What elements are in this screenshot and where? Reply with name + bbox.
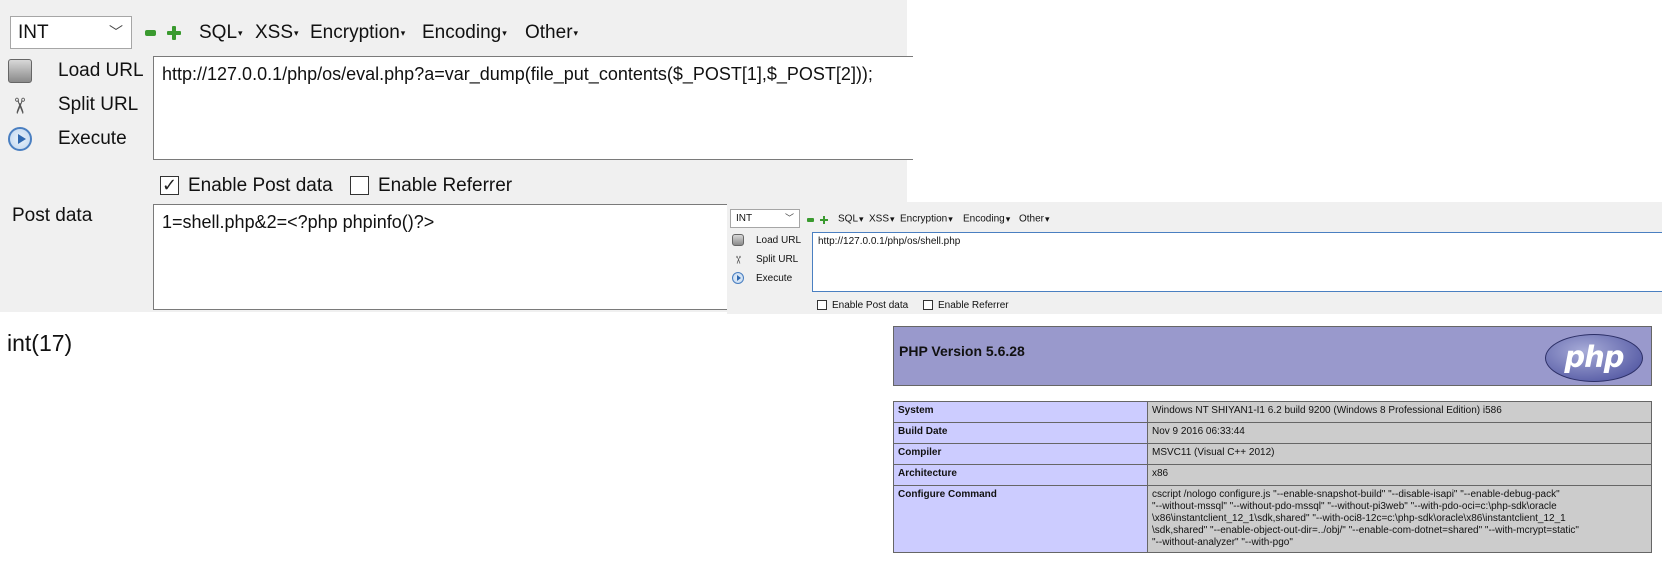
caret-down-icon: ▾ [948,214,953,224]
checkbox-unchecked-icon [350,176,369,196]
load-url-button[interactable]: Load URL [8,56,144,86]
enable-post-checkbox[interactable]: Enable Post data [160,173,333,198]
injection-type-value: INT [736,213,753,224]
load-url-label: Load URL [58,60,144,81]
menu-xss[interactable]: XSS▾ [869,212,895,227]
menu-sql-label: SQL [838,213,859,225]
caret-down-icon: ▾ [400,28,406,38]
execute-icon [8,126,32,151]
menu-encryption-label: Encryption [900,213,948,225]
caret-down-icon: ▾ [238,28,243,38]
injection-type-select-small[interactable]: INT ﹀ [730,209,800,228]
enable-referrer-checkbox[interactable]: Enable Referrer [350,174,512,198]
menu-other-label: Other [525,22,573,44]
load-url-icon [8,58,32,83]
menu-xss-label: XSS [255,22,294,44]
load-url-label: Load URL [756,235,802,246]
caret-down-icon: ▾ [859,214,864,224]
enable-referrer-label: Enable Referrer [378,175,513,196]
plus-icon[interactable] [820,216,828,224]
row-key: Build Date [893,422,1148,444]
menu-encoding-label: Encoding [422,22,502,44]
injection-type-value: INT [18,22,49,43]
phpinfo-table: System Windows NT SHIYAN1-I1 6.2 build 9… [893,401,1652,553]
hackbar-panel-secondary: INT ﹀ SQL▾ XSS▾ Encryption▾ Encoding▾ Ot… [727,202,1662,314]
menu-encryption[interactable]: Encryption▾ [900,212,953,227]
checkbox-unchecked-icon [817,300,827,311]
split-url-button[interactable]: Split URL [8,90,138,120]
caret-down-icon: ▾ [294,28,299,38]
table-row: Configure Command cscript /nologo config… [893,485,1652,553]
chevron-down-icon: ﹀ [784,213,794,223]
row-key: Compiler [893,443,1148,465]
caret-down-icon: ▾ [1045,214,1050,224]
row-value: MSVC11 (Visual C++ 2012) [1147,443,1652,465]
injection-type-select[interactable]: INT ﹀ [10,16,132,49]
table-row: Architecture x86 [893,464,1652,486]
php-logo-text: php [1564,340,1624,374]
execute-label: Execute [58,128,127,149]
caret-down-icon: ▾ [1005,214,1011,224]
caret-down-icon: ▾ [573,28,579,38]
menu-encoding-label: Encoding [963,213,1005,225]
load-url-icon [732,234,744,247]
execute-button[interactable]: Execute [732,271,792,287]
menu-encryption-label: Encryption [310,22,400,44]
split-url-label: Split URL [58,94,139,115]
plus-icon[interactable] [167,26,181,40]
split-url-button[interactable]: Split URL [732,252,798,268]
scissors-icon [732,253,744,265]
menu-sql[interactable]: SQL▾ [838,212,864,227]
caret-down-icon: ▾ [502,28,507,38]
scissors-icon [8,93,32,117]
enable-referrer-checkbox[interactable]: Enable Referrer [923,300,1009,312]
table-row: System Windows NT SHIYAN1-I1 6.2 build 9… [893,401,1652,423]
menu-sql-label: SQL [199,22,238,44]
menu-other[interactable]: Other▾ [525,20,578,46]
execute-button[interactable]: Execute [8,124,127,154]
minus-icon[interactable] [807,218,814,222]
menu-xss-label: XSS [869,213,890,225]
checkbox-checked-icon [160,173,179,197]
php-logo: php [1545,334,1643,382]
menu-encoding[interactable]: Encoding▾ [963,212,1010,227]
post-data-label: Post data [12,205,93,226]
checkbox-unchecked-icon [923,300,933,311]
row-value: x86 [1147,464,1652,486]
caret-down-icon: ▾ [890,214,895,224]
enable-post-label: Enable Post data [188,175,333,196]
row-value: Windows NT SHIYAN1-I1 6.2 build 9200 (Wi… [1147,401,1652,423]
menu-other[interactable]: Other▾ [1019,212,1050,227]
row-key: Configure Command [893,485,1148,553]
php-version-title: PHP Version 5.6.28 [899,343,1025,359]
phpinfo-header: PHP Version 5.6.28 php [893,326,1652,386]
menu-xss[interactable]: XSS▾ [255,20,299,46]
row-key: Architecture [893,464,1148,486]
menu-other-label: Other [1019,213,1045,225]
url-input[interactable]: http://127.0.0.1/php/os/eval.php?a=var_d… [153,56,913,160]
execute-icon [732,272,744,285]
response-output: int(17) [7,330,73,356]
url-input[interactable]: http://127.0.0.1/php/os/shell.php [812,232,1662,292]
chevron-down-icon: ﹀ [109,24,123,40]
enable-post-label: Enable Post data [832,300,909,311]
minus-icon[interactable] [145,30,156,36]
execute-label: Execute [756,273,793,284]
row-key: System [893,401,1148,423]
menu-encryption[interactable]: Encryption▾ [310,20,405,46]
enable-post-checkbox[interactable]: Enable Post data [817,300,908,312]
split-url-label: Split URL [756,254,799,265]
row-value: Nov 9 2016 06:33:44 [1147,422,1652,444]
enable-referrer-label: Enable Referrer [938,300,1009,311]
load-url-button[interactable]: Load URL [732,233,801,249]
table-row: Compiler MSVC11 (Visual C++ 2012) [893,443,1652,465]
menu-encoding[interactable]: Encoding▾ [422,20,507,46]
menu-sql[interactable]: SQL▾ [199,20,243,46]
row-value: cscript /nologo configure.js "--enable-s… [1147,485,1652,553]
table-row: Build Date Nov 9 2016 06:33:44 [893,422,1652,444]
